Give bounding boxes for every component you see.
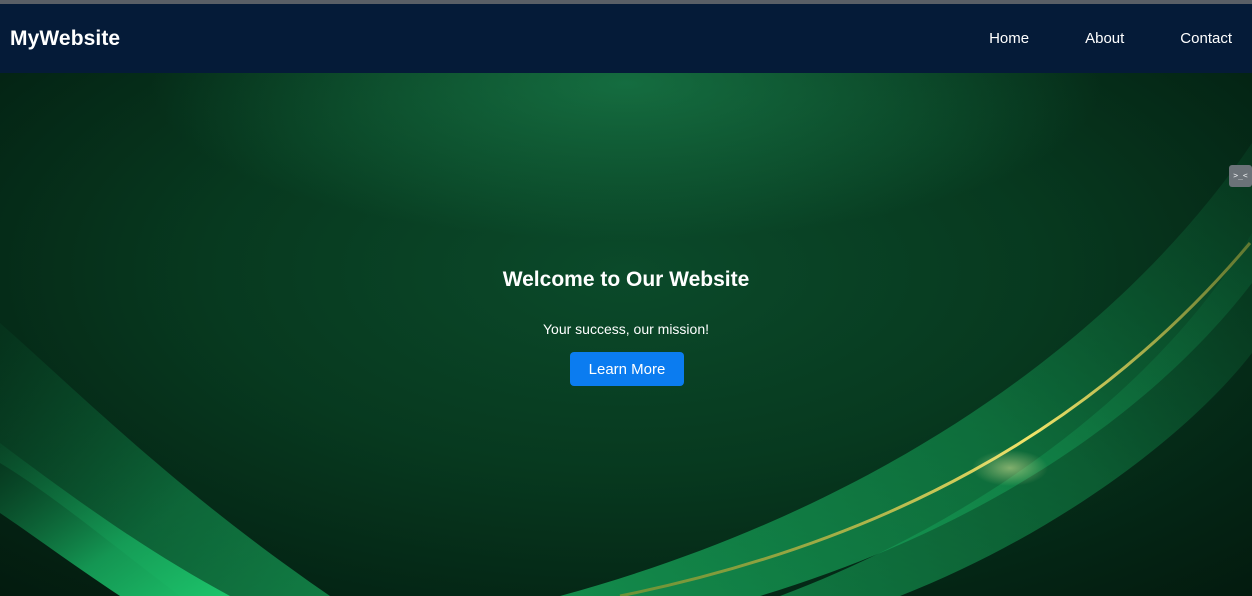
nav-link-about[interactable]: About — [1085, 30, 1124, 47]
nav-link-home[interactable]: Home — [989, 30, 1029, 47]
nav-links: Home About Contact — [933, 30, 1232, 47]
brand-logo[interactable]: MyWebsite — [10, 27, 120, 51]
hero-title: Welcome to Our Website — [502, 268, 750, 291]
hero-section: Welcome to Our Website Your success, our… — [0, 73, 1252, 596]
hero-content: Welcome to Our Website Your success, our… — [0, 73, 1252, 596]
extension-icon[interactable]: >_< — [1229, 165, 1252, 187]
navbar: MyWebsite Home About Contact — [0, 4, 1252, 73]
learn-more-button[interactable]: Learn More — [570, 352, 684, 386]
nav-link-contact[interactable]: Contact — [1180, 30, 1232, 47]
hero-subtitle: Your success, our mission! — [543, 321, 709, 337]
